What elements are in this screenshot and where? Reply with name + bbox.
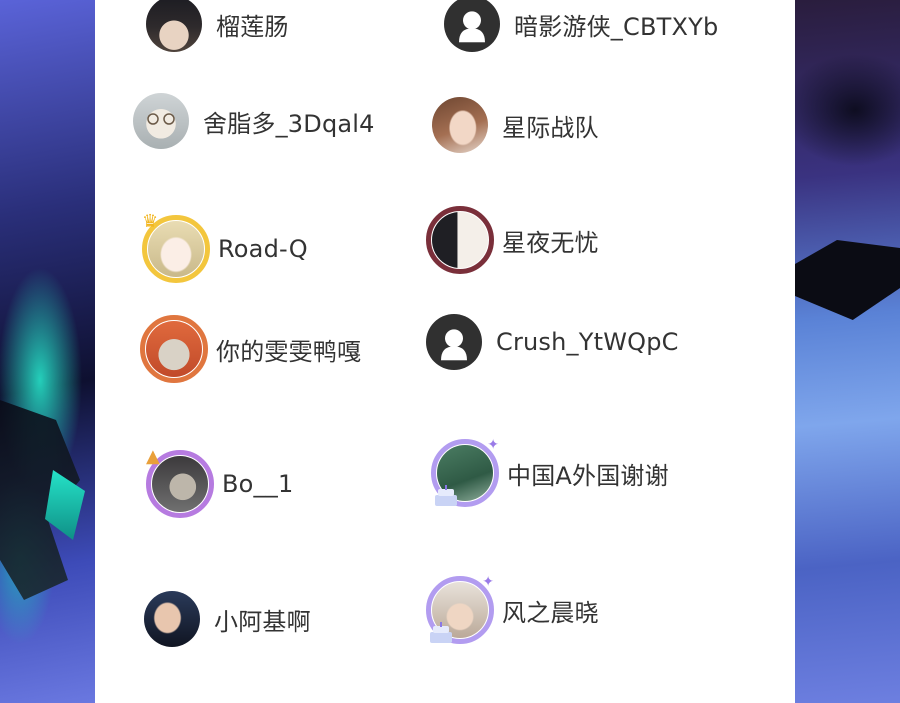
user-item[interactable]: 舍脂多_3Dqal4 [133, 93, 375, 149]
user-name[interactable]: Crush_YtWQpC [496, 328, 679, 356]
user-avatar[interactable]: ✦ [431, 437, 499, 507]
user-avatar[interactable]: ▲ [146, 446, 214, 518]
birthday-cake-icon [435, 485, 457, 506]
user-item[interactable]: 星夜无忧 [426, 206, 599, 274]
user-item[interactable]: 小阿基啊 [144, 591, 311, 647]
user-name[interactable]: 舍脂多_3Dqal4 [203, 104, 375, 139]
user-name[interactable]: 你的雯雯鸭嘎 [216, 332, 361, 367]
user-name[interactable]: 星际战队 [502, 108, 599, 143]
birthday-cake-icon [430, 622, 452, 643]
user-item[interactable]: ♛ Road-Q [142, 211, 308, 283]
user-avatar[interactable] [133, 93, 189, 149]
star-decoration-icon: ✦ [487, 437, 499, 453]
user-avatar[interactable]: ✦ [426, 574, 494, 644]
user-item[interactable]: 你的雯雯鸭嘎 [140, 315, 361, 383]
user-avatar[interactable] [426, 206, 494, 274]
user-name[interactable]: 中国A外国谢谢 [507, 456, 669, 491]
user-name[interactable]: 风之晨晓 [502, 593, 599, 628]
user-avatar[interactable] [144, 591, 200, 647]
user-item[interactable]: ✦ 风之晨晓 [426, 574, 599, 644]
user-item[interactable]: ▲ Bo__1 [146, 446, 293, 518]
user-avatar[interactable] [432, 97, 488, 153]
user-avatar[interactable] [140, 315, 208, 383]
user-name[interactable]: 榴莲肠 [216, 7, 289, 42]
user-avatar[interactable] [146, 0, 202, 52]
default-avatar-icon[interactable] [444, 0, 500, 52]
right-background-art [795, 0, 900, 703]
user-name[interactable]: 小阿基啊 [214, 602, 311, 637]
default-avatar-icon[interactable] [426, 314, 482, 370]
user-item[interactable]: 榴莲肠 [146, 0, 289, 52]
left-background-art [0, 0, 95, 703]
user-name[interactable]: Bo__1 [222, 470, 293, 498]
user-item[interactable]: ✦ 中国A外国谢谢 [431, 437, 669, 507]
user-name[interactable]: 暗影游侠_CBTXYb [514, 7, 718, 42]
crown-icon: ♛ [142, 211, 159, 232]
user-name[interactable]: Road-Q [218, 235, 308, 263]
user-name[interactable]: 星夜无忧 [502, 223, 599, 258]
user-item[interactable]: Crush_YtWQpC [426, 314, 679, 370]
party-hat-icon: ▲ [146, 446, 160, 467]
user-item[interactable]: 星际战队 [432, 97, 599, 153]
user-avatar[interactable]: ♛ [142, 211, 210, 283]
star-decoration-icon: ✦ [482, 574, 494, 590]
user-list-panel: 榴莲肠 暗影游侠_CBTXYb 舍脂多_3Dqal4 星际战队 ♛ Road-Q… [95, 0, 795, 703]
user-item[interactable]: 暗影游侠_CBTXYb [444, 0, 718, 52]
